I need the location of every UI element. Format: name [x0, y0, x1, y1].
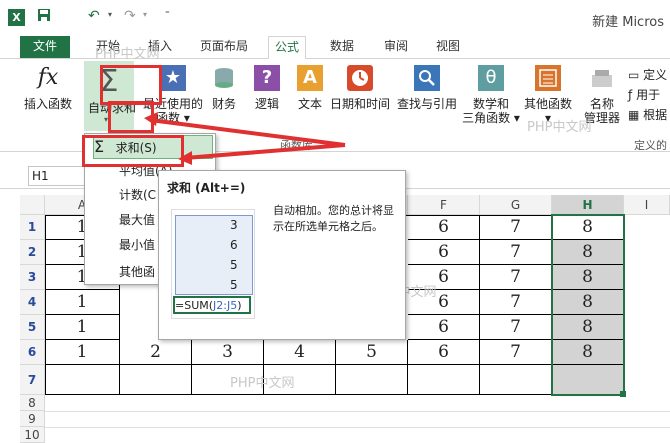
cell-E6[interactable]: 5: [336, 340, 408, 365]
fx-icon: fx: [37, 65, 59, 90]
redo-dropdown-icon[interactable]: ▾: [143, 10, 147, 19]
star-icon: ★: [160, 65, 186, 91]
row-header-7[interactable]: 7: [20, 365, 45, 395]
cell-F7[interactable]: [408, 365, 480, 395]
undo-dropdown-icon[interactable]: ▾: [108, 10, 112, 19]
group-label-defined-names: 定义的: [634, 139, 667, 152]
cell-G3[interactable]: 7: [480, 265, 552, 290]
insert-function-button[interactable]: fx 插入函数: [22, 65, 74, 111]
cell-F6[interactable]: 6: [408, 340, 480, 365]
column-header-H[interactable]: H: [552, 195, 624, 215]
tab-formulas[interactable]: 公式: [268, 36, 307, 60]
question-book-icon: ?: [254, 65, 280, 91]
cell-A5[interactable]: 1: [45, 315, 120, 340]
tab-file[interactable]: 文件: [20, 36, 70, 58]
cell-E7[interactable]: [336, 365, 408, 395]
select-all-corner[interactable]: [20, 195, 45, 215]
lookup-reference-button[interactable]: 查找与引用: [395, 65, 459, 111]
cell-F2[interactable]: 6: [408, 240, 480, 265]
window-title: 新建 Micros: [592, 15, 664, 30]
define-name-item[interactable]: ▭ 定义: [628, 65, 667, 85]
column-header-G[interactable]: G: [480, 195, 552, 215]
text-icon: A: [297, 65, 323, 91]
undo-icon[interactable]: ↶: [88, 8, 100, 24]
name-manager-icon: [589, 65, 615, 91]
row-header-10[interactable]: 10: [20, 427, 45, 443]
redo-icon[interactable]: ↷: [124, 8, 136, 24]
tooltip-demo: 3 6 5 5 =SUM(J2:J5): [171, 209, 255, 319]
fx-small-icon: ƒ: [628, 88, 633, 102]
watermark: PHP中文网: [527, 120, 592, 135]
cell-G1[interactable]: 7: [480, 215, 552, 240]
row-header-9[interactable]: 9: [20, 411, 45, 427]
demo-value: 6: [230, 238, 238, 252]
cell-G6[interactable]: 7: [480, 340, 552, 365]
tab-data[interactable]: 数据: [324, 36, 360, 58]
row-header-5[interactable]: 5: [20, 315, 45, 340]
theta-icon: θ: [478, 65, 504, 91]
demo-value: 5: [230, 258, 238, 272]
row-header-2[interactable]: 2: [20, 240, 45, 265]
grid-small-icon: ▦: [628, 108, 640, 122]
clock-icon: [347, 65, 373, 91]
column-header-F[interactable]: F: [408, 195, 480, 215]
tooltip-description: 自动相加。您的总计将显示在所选单元格之后。: [273, 204, 394, 233]
row-header-8[interactable]: 8: [20, 395, 45, 411]
cell-D6[interactable]: 4: [264, 340, 336, 365]
cell-F1[interactable]: 6: [408, 215, 480, 240]
cell-B6[interactable]: 2: [120, 340, 192, 365]
demo-formula: =SUM(J2:J5): [173, 296, 251, 314]
annotation-arrows: [144, 112, 346, 165]
gridline: [45, 427, 670, 428]
row-header-3[interactable]: 3: [20, 265, 45, 290]
cell-G5[interactable]: 7: [480, 315, 552, 340]
cell-C6[interactable]: 3: [192, 340, 264, 365]
customize-toolbar-icon[interactable]: ⁼: [165, 10, 170, 20]
tab-page-layout[interactable]: 页面布局: [194, 36, 254, 58]
watermark: PHP中文网: [230, 376, 295, 391]
column-header-I[interactable]: I: [624, 195, 670, 215]
defined-names-items: ▭ 定义 ƒ 用于 ▦ 根据: [628, 65, 667, 125]
cell-A7[interactable]: [45, 365, 120, 395]
cell-A6[interactable]: 1: [45, 340, 120, 365]
coins-icon: [211, 65, 237, 91]
cell-A4[interactable]: 1: [45, 290, 120, 315]
demo-value: 3: [230, 218, 238, 232]
cell-G7[interactable]: [480, 365, 552, 395]
cell-F5[interactable]: 6: [408, 315, 480, 340]
create-from-selection-item[interactable]: ▦ 根据: [628, 105, 667, 125]
use-in-formula-item[interactable]: ƒ 用于: [628, 85, 667, 105]
tab-view[interactable]: 视图: [430, 36, 466, 58]
tag-icon: ▭: [628, 68, 640, 82]
cell-G2[interactable]: 7: [480, 240, 552, 265]
cell-B7[interactable]: [120, 365, 192, 395]
lookup-icon: [414, 65, 440, 91]
demo-range: [175, 215, 253, 295]
sum-tooltip: 求和 (Alt+=) 3 6 5 5 =SUM(J2:J5) 自动相加。您的总计…: [158, 170, 406, 340]
tooltip-title: 求和 (Alt+=): [167, 181, 246, 195]
math-trig-button[interactable]: θ 数学和 三角函数 ▾: [460, 65, 522, 125]
watermark: PHP中文网: [95, 47, 160, 62]
more-icon: [535, 65, 561, 91]
row-header-6[interactable]: 6: [20, 340, 45, 365]
name-box[interactable]: H1: [28, 166, 85, 186]
fill-handle[interactable]: [620, 391, 626, 397]
gridline: [45, 411, 670, 412]
row-header-1[interactable]: 1: [20, 215, 45, 240]
save-icon[interactable]: [37, 8, 51, 26]
annotation-box-autosum: [100, 65, 162, 105]
tab-review[interactable]: 审阅: [378, 36, 414, 58]
cell-G4[interactable]: 7: [480, 290, 552, 315]
demo-value: 5: [230, 278, 238, 292]
selection-outline: [551, 214, 625, 396]
row-header-4[interactable]: 4: [20, 290, 45, 315]
title-bar: X ↶ ▾ ↷ ▾ ⁼ 新建 Micros: [0, 0, 670, 36]
excel-logo-icon: X: [8, 9, 25, 26]
